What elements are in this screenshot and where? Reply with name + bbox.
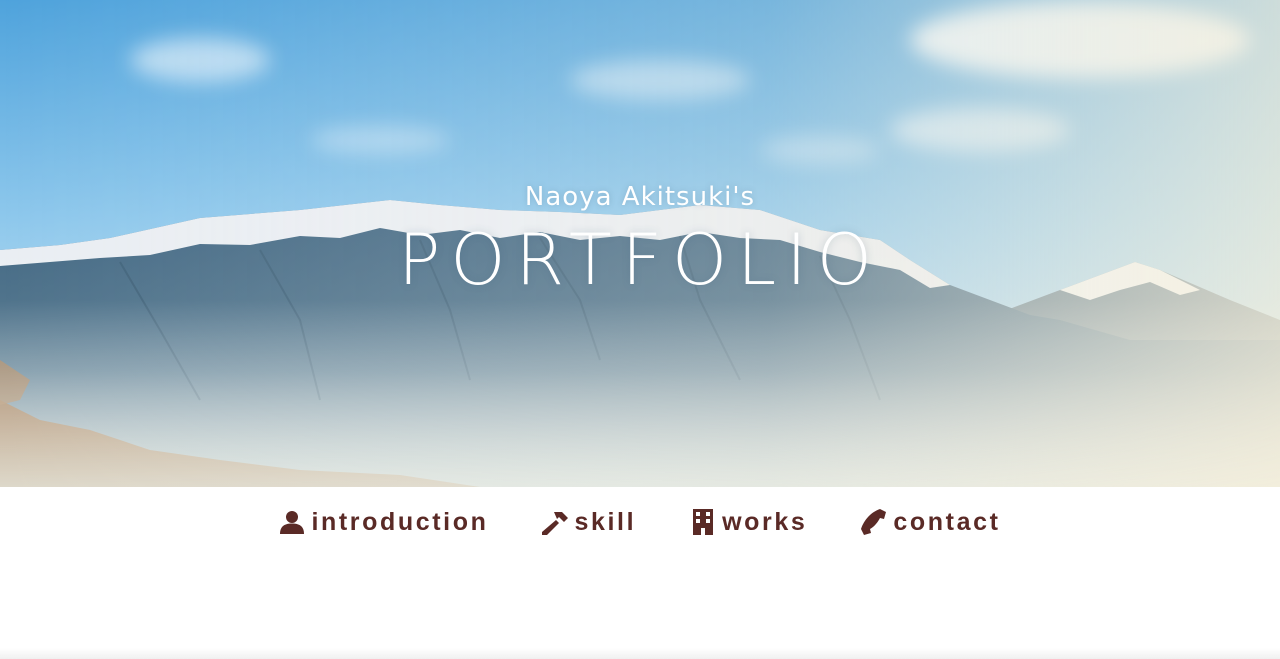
page-bottom-shadow xyxy=(0,648,1280,659)
nav-item-label: contact xyxy=(893,507,1001,536)
hero-subtitle: Naoya Akitsuki's xyxy=(524,182,756,212)
nav-item-label: introduction xyxy=(311,507,489,536)
user-icon xyxy=(279,509,305,535)
hero-banner: Naoya Akitsuki's PORTFOLIO xyxy=(0,0,1280,487)
nav-item-introduction[interactable]: introduction xyxy=(279,508,488,537)
nav-item-skill[interactable]: skill xyxy=(542,508,636,537)
main-navigation: introduction skill works contact xyxy=(0,487,1280,557)
nav-item-label: works xyxy=(722,507,808,536)
hammer-icon xyxy=(542,509,569,535)
nav-item-works[interactable]: works xyxy=(690,508,807,537)
hero-title: PORTFOLIO xyxy=(398,219,882,301)
phone-icon xyxy=(861,509,887,535)
nav-item-contact[interactable]: contact xyxy=(861,508,1000,537)
nav-item-label: skill xyxy=(574,507,637,536)
building-icon xyxy=(690,509,716,535)
